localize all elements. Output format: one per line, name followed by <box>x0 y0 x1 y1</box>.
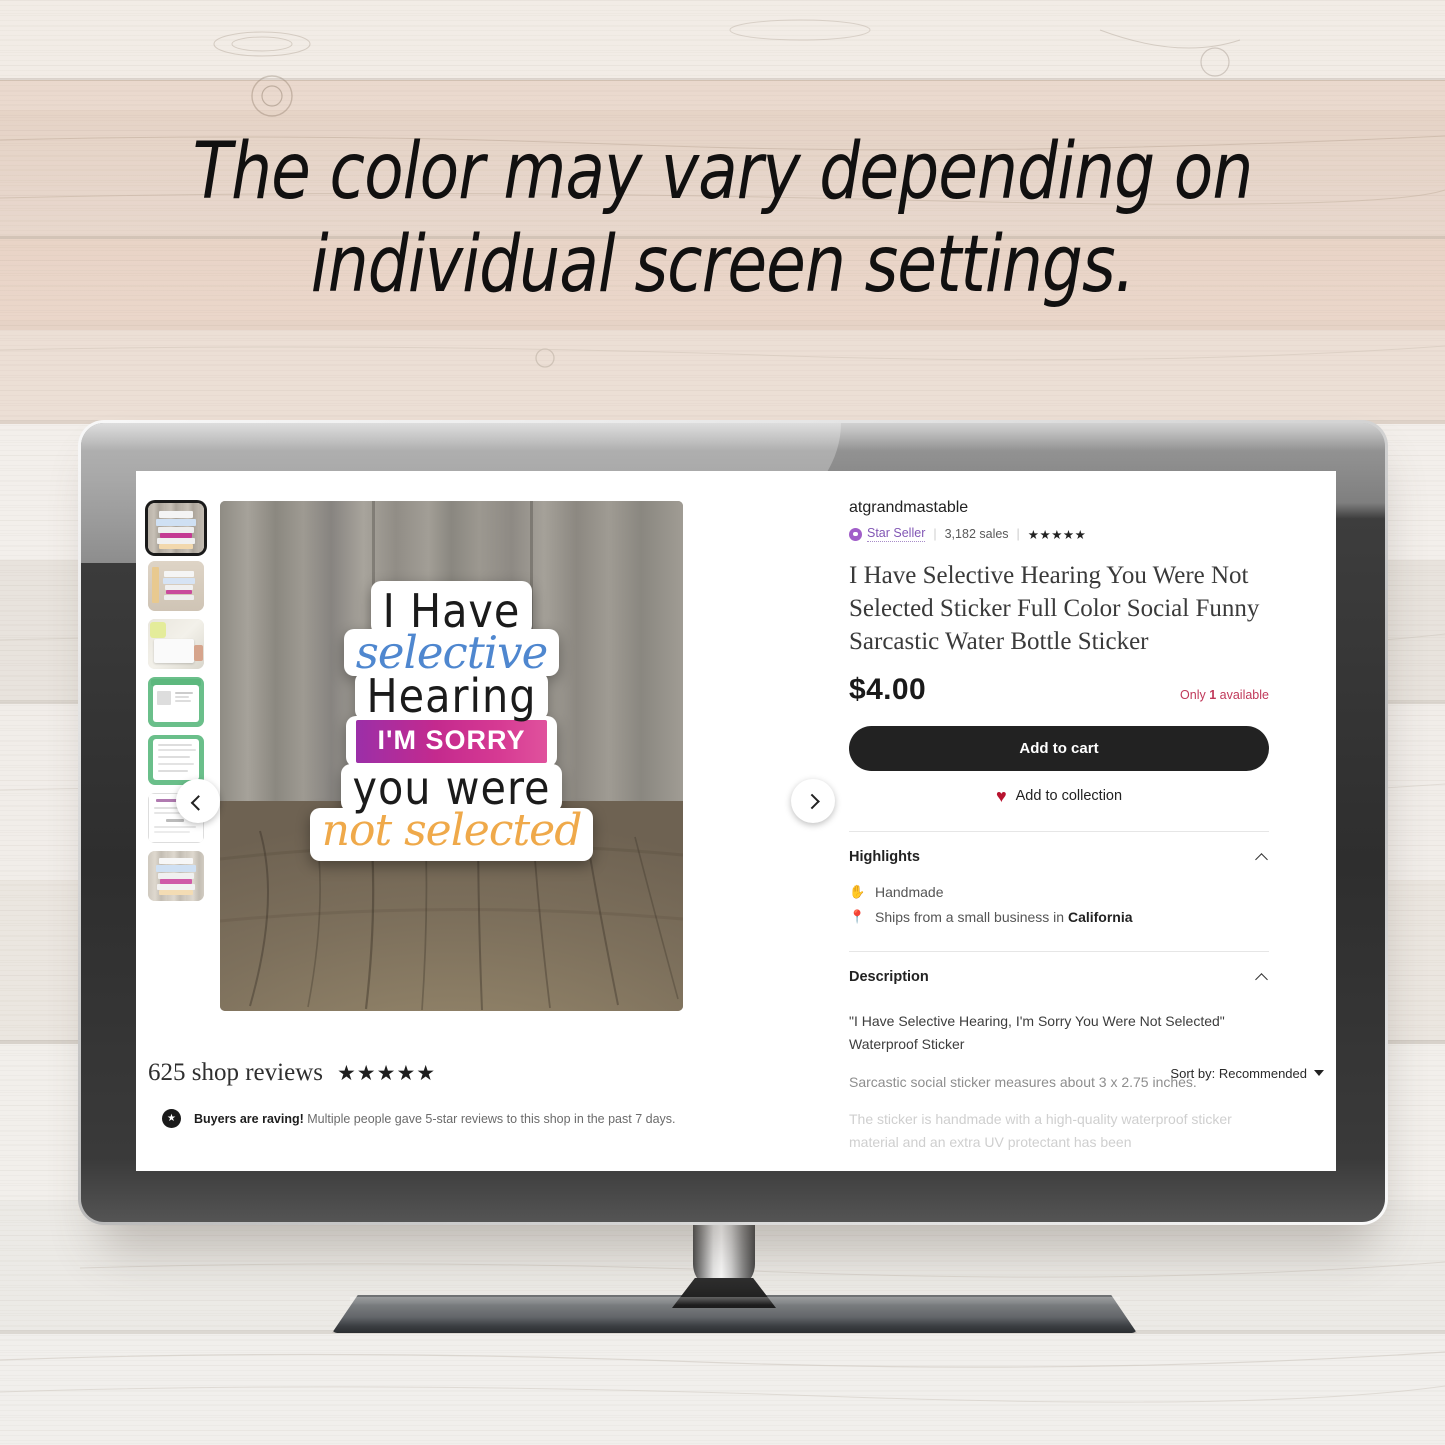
product-price: $4.00 <box>849 673 927 707</box>
highlight-item-handmade: ✋ Handmade <box>849 884 1269 900</box>
location-pin-icon: 📍 <box>849 909 866 925</box>
buyers-raving-text: Buyers are raving! Multiple people gave … <box>194 1111 676 1126</box>
chevron-right-icon[interactable] <box>791 779 835 823</box>
star-seller-label: Star Seller <box>867 526 926 542</box>
meta-divider-2: | <box>1016 527 1020 541</box>
star-badge-icon: ★ <box>162 1109 181 1128</box>
sticker-line-4: I'M SORRY <box>355 720 548 763</box>
star-seller-badge[interactable]: Star Seller <box>849 526 926 542</box>
reviews-count-group: 625 shop reviews ★★★★★ <box>148 1059 436 1087</box>
sticker-line-6: not selected <box>309 808 594 861</box>
sort-by-dropdown[interactable]: Sort by: Recommended <box>1170 1066 1324 1081</box>
chevron-up-icon-description <box>1255 972 1268 986</box>
monitor-stand-base-highlight <box>350 1297 1120 1305</box>
page-title: I Have Selective Hearing You Were Not Se… <box>849 562 1260 655</box>
overlay-headline: The color may vary depending on individu… <box>58 126 1387 312</box>
etsy-listing-page: I Have selective Hearing I'M SORRY you w… <box>136 471 1336 1171</box>
add-to-collection-button[interactable]: ♥ Add to collection <box>849 787 1269 805</box>
reviews-header-row: 625 shop reviews ★★★★★ Sort by: Recommen… <box>148 1059 1324 1087</box>
bezel-top-sheen <box>81 423 1385 451</box>
highlights-title: Highlights <box>849 849 920 866</box>
description-title: Description <box>849 969 929 986</box>
buyers-raving-banner: ★ Buyers are raving! Multiple people gav… <box>148 1109 1324 1128</box>
chevron-left-icon[interactable] <box>176 779 220 823</box>
sticker-artwork: I Have selective Hearing I'M SORRY you w… <box>296 581 608 861</box>
thumbnail-5[interactable] <box>148 735 204 785</box>
reviews-stars: ★★★★★ <box>336 1061 437 1085</box>
reviews-section: 625 shop reviews ★★★★★ Sort by: Recommen… <box>148 1059 1324 1128</box>
monitor-bezel-inner: I Have selective Hearing I'M SORRY you w… <box>81 423 1385 1222</box>
thumbnail-3[interactable] <box>148 619 204 669</box>
price-row: $4.00 Only 1 available <box>849 673 1269 707</box>
availability-badge: Only 1 available <box>1180 688 1269 703</box>
thumbnail-7[interactable] <box>148 851 204 901</box>
meta-divider-1: | <box>933 527 937 541</box>
headline-line-2: individual screen settings. <box>310 219 1135 310</box>
monitor-screen: I Have selective Hearing I'M SORRY you w… <box>136 471 1336 1171</box>
monitor-mockup: I Have selective Hearing I'M SORRY you w… <box>78 420 1388 1225</box>
product-main-image[interactable]: I Have selective Hearing I'M SORRY you w… <box>220 501 683 1011</box>
star-seller-icon <box>849 527 862 541</box>
thumbnail-2[interactable] <box>148 561 204 611</box>
add-to-cart-button[interactable]: Add to cart <box>849 726 1269 772</box>
reviews-count: 625 shop reviews <box>148 1059 323 1086</box>
highlights-section-header[interactable]: Highlights <box>849 832 1269 875</box>
sticker-line-3: Hearing <box>354 672 549 720</box>
thumbnail-1[interactable] <box>148 503 204 553</box>
sales-count: 3,182 sales <box>944 527 1009 541</box>
thumbnail-4[interactable] <box>148 677 204 727</box>
add-to-collection-label: Add to collection <box>1015 788 1123 805</box>
chevron-up-icon-highlights <box>1255 852 1268 866</box>
shop-name[interactable]: atgrandmastable <box>849 499 1269 517</box>
listing-details-panel: atgrandmastable Star Seller | 3,182 sale… <box>849 499 1269 1154</box>
seller-meta-row: Star Seller | 3,182 sales | ★★★★★ <box>849 526 1269 542</box>
hand-icon: ✋ <box>849 884 866 900</box>
headline-line-1: The color may vary depending on <box>192 127 1254 217</box>
highlight-text-ships-from: Ships from a small business in Californi… <box>875 909 1133 926</box>
sort-by-label: Sort by: Recommended <box>1170 1065 1307 1081</box>
description-section-header[interactable]: Description <box>849 952 1269 995</box>
thumbnail-rail[interactable] <box>148 503 206 901</box>
monitor-bezel: I Have selective Hearing I'M SORRY you w… <box>78 420 1388 1225</box>
chevron-down-icon-sort <box>1314 1070 1324 1076</box>
description-paragraph-1: "I Have Selective Hearing, I'm Sorry You… <box>849 1013 1225 1052</box>
heart-icon: ♥ <box>995 786 1007 807</box>
highlight-text-handmade: Handmade <box>875 884 944 901</box>
highlight-item-ships-from: 📍 Ships from a small business in Califor… <box>849 909 1269 925</box>
seller-rating-stars[interactable]: ★★★★★ <box>1028 527 1087 542</box>
